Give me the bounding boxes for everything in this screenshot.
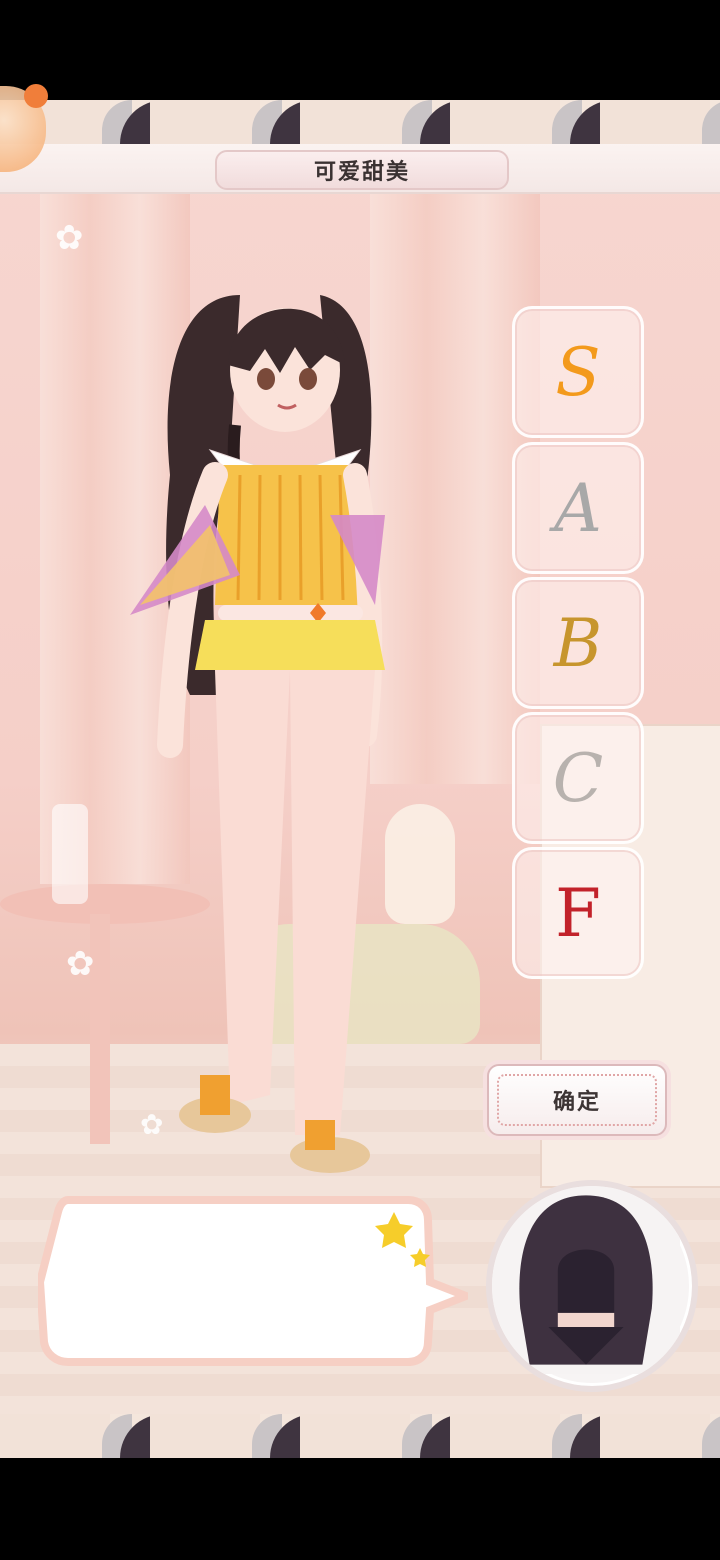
dressed-character <box>130 295 385 1173</box>
notification-dot-icon <box>24 84 48 108</box>
grade-f-label: F <box>555 874 601 952</box>
theme-title: 可爱甜美 <box>313 160 410 185</box>
grade-a-button[interactable]: A <box>512 442 644 574</box>
theme-title-plate: 可爱甜美 <box>215 150 509 190</box>
top-decor-band <box>0 100 720 144</box>
bottom-decor-band <box>0 1414 720 1458</box>
grade-c-label: C <box>552 739 604 817</box>
confirm-button[interactable]: 确定 <box>487 1064 667 1136</box>
grade-b-button[interactable]: B <box>512 577 644 709</box>
dialog-bubble <box>38 1196 468 1366</box>
grade-s-button[interactable]: S <box>512 306 644 438</box>
bottom-nav-area <box>0 1458 720 1560</box>
grade-b-label: B <box>553 604 603 682</box>
grade-f-button[interactable]: F <box>512 847 644 979</box>
grade-c-button[interactable]: C <box>512 712 644 844</box>
grade-s-label: S <box>555 333 601 411</box>
grade-a-label: A <box>554 469 602 547</box>
hooded-figure-avatar <box>486 1180 698 1392</box>
top-status-area <box>0 0 720 100</box>
